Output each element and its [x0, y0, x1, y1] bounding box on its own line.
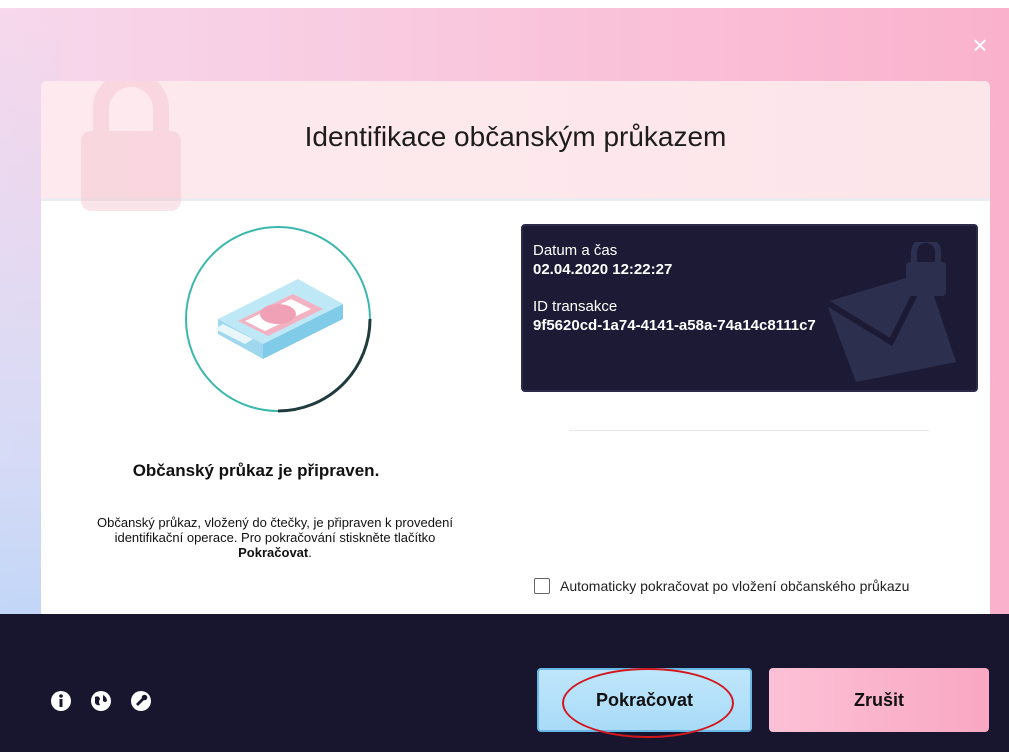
description-line2: identifikační operace. Pro pokračování s… — [114, 530, 436, 545]
auto-continue-label[interactable]: Automaticky pokračovat po vložení občans… — [560, 578, 909, 594]
close-icon[interactable]: × — [969, 32, 991, 58]
globe-icon[interactable] — [90, 690, 112, 712]
dialog-window: × Identifikace občanským průkazem Občans… — [0, 8, 1009, 752]
description-end: . — [308, 545, 312, 560]
envelope-lock-icon — [824, 242, 956, 382]
card-reader-icon — [185, 226, 372, 413]
content-card: Identifikace občanským průkazem Občanský… — [41, 81, 990, 647]
status-description: Občanský průkaz, vložený do čtečky, je p… — [65, 515, 485, 560]
footer-icons — [50, 690, 152, 712]
auto-continue-checkbox[interactable] — [534, 578, 550, 594]
info-icon[interactable] — [50, 690, 72, 712]
page-title: Identifikace občanským průkazem — [304, 121, 727, 152]
transaction-info-box: Datum a čas 02.04.2020 12:22:27 ID trans… — [521, 224, 978, 392]
date-value: 02.04.2020 12:22:27 — [533, 261, 673, 278]
description-line1: Občanský průkaz, vložený do čtečky, je p… — [97, 515, 453, 530]
date-label: Datum a čas — [533, 242, 618, 259]
transaction-value: 9f5620cd-1a74-4141-a58a-74a14c8111c7 — [533, 317, 816, 334]
auto-continue-option[interactable]: Automaticky pokračovat po vložení občans… — [534, 578, 909, 594]
card-header: Identifikace občanským průkazem — [41, 81, 990, 211]
cancel-button[interactable]: Zrušit — [769, 668, 989, 732]
continue-button[interactable]: Pokračovat — [537, 668, 752, 732]
description-bold: Pokračovat — [238, 545, 309, 560]
status-title: Občanský průkaz je připraven. — [132, 461, 380, 480]
support-icon[interactable] — [130, 690, 152, 712]
transaction-label: ID transakce — [533, 298, 618, 315]
divider — [569, 430, 929, 431]
